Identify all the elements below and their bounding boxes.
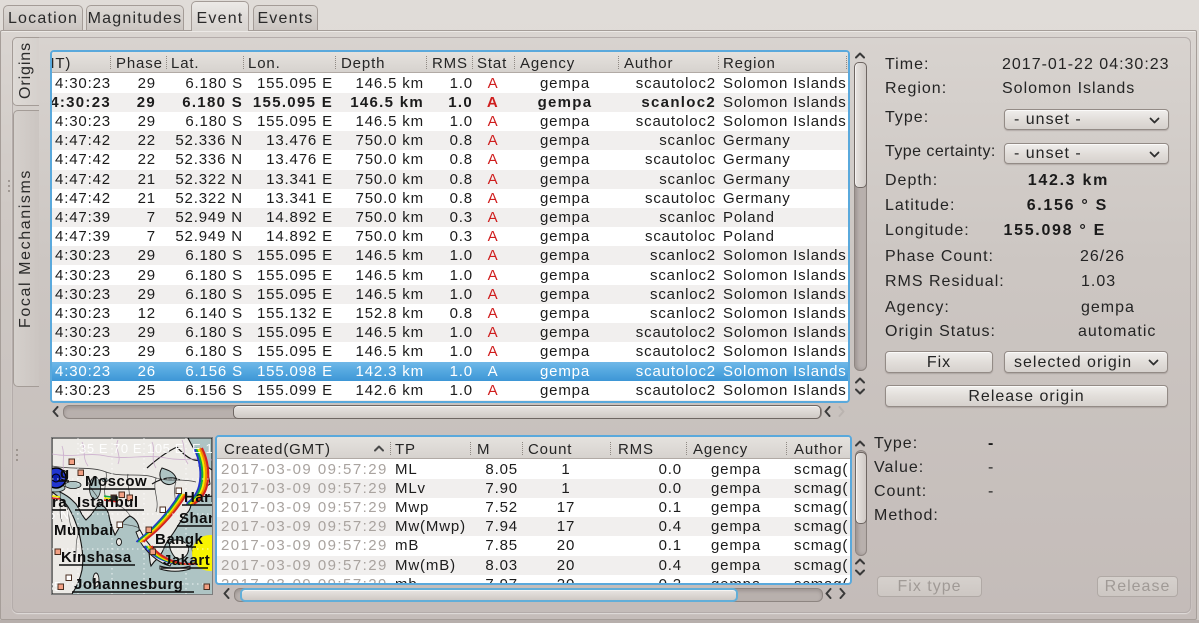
svg-text:105 E: 105 E xyxy=(147,441,184,456)
svg-text:Jakart: Jakart xyxy=(163,552,210,569)
svg-text:ra: ra xyxy=(52,494,67,511)
svg-text:Mumbai: Mumbai xyxy=(54,522,114,539)
svg-text:Harb: Harb xyxy=(184,489,212,506)
svg-text:70 E: 70 E xyxy=(113,441,142,456)
svg-text:35 E: 35 E xyxy=(79,441,108,456)
svg-text:Johannesburg: Johannesburg xyxy=(74,576,183,593)
svg-text:Shangh: Shangh xyxy=(179,510,212,527)
svg-text:Istanbul: Istanbul xyxy=(77,494,139,511)
svg-text:Moscow: Moscow xyxy=(85,473,147,490)
svg-text:g: g xyxy=(60,465,70,482)
svg-text:Kinshasa: Kinshasa xyxy=(61,549,132,566)
svg-text:Bangk: Bangk xyxy=(155,531,204,548)
svg-text:E 1: E 1 xyxy=(192,441,212,456)
